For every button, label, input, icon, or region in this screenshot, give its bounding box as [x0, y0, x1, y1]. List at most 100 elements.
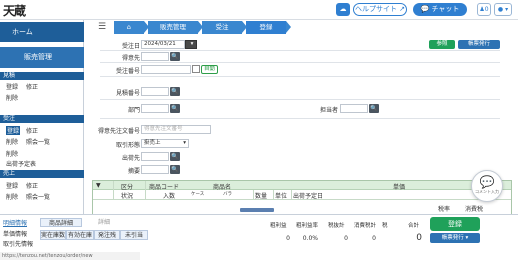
breadcrumb-home[interactable]: ⌂ — [114, 21, 149, 34]
report-issue-button[interactable]: 帳票発行 — [458, 40, 500, 49]
chevron-down-icon: ▾ — [183, 140, 186, 146]
sidebar-sales-delete[interactable]: 削除 — [6, 192, 18, 201]
grand-total-value: 0 — [416, 233, 422, 243]
sidebar-order-delete-2[interactable]: 削除 — [6, 149, 18, 158]
chat-label: チャット — [431, 5, 460, 13]
detail-grid: ▼ 区分 商品コード 商品名 単価 状況 入数 ケース バラ 数量 単位 出荷予… — [92, 180, 512, 217]
voucher-label: 帳票発行 — [441, 235, 464, 241]
grid-col-consumption-tax: 消費税 — [465, 206, 484, 213]
sidebar-order-edit[interactable]: 修正 — [26, 126, 38, 135]
sidebar-home[interactable]: ホーム — [0, 22, 84, 42]
comment-button[interactable]: 💬 コメント入力 — [471, 170, 503, 202]
sidebar-order-delete[interactable]: 削除 — [6, 137, 18, 146]
sidebar-section-estimate: 見積 — [0, 72, 84, 80]
help-site-button[interactable]: ヘルプサイト ↗ — [353, 3, 407, 16]
grid-col-ship-date: 出荷予定日 — [293, 193, 324, 200]
grid-horizontal-scrollbar[interactable] — [240, 208, 274, 212]
partner-info[interactable]: 取引先情報 — [3, 239, 33, 248]
sidebar-order-register[interactable]: 登録 — [6, 126, 21, 135]
total-tax-col-label: 税 — [382, 223, 388, 229]
stock-available: 有効在庫 — [66, 230, 94, 240]
person-label: 担当者 — [319, 107, 338, 114]
sidebar-estimate-register[interactable]: 登録 — [6, 82, 18, 91]
help-site-label: ヘルプサイト — [354, 5, 397, 13]
order-no-auto-toggle[interactable]: 自動 — [201, 65, 219, 74]
grid-col-loose: バラ — [223, 192, 232, 197]
total-tax-label: 消費税計 — [354, 223, 377, 229]
calendar-dropdown-icon[interactable]: ▾ — [185, 40, 197, 49]
sidebar-sales-register[interactable]: 登録 — [6, 181, 18, 190]
top-bar: 天蔵 ☁ ヘルプサイト ↗ 💬 チャット ♟0 ● ▾ — [0, 0, 518, 20]
register-button[interactable]: 登録 — [430, 217, 480, 231]
ship-to-input[interactable] — [141, 152, 169, 161]
customer-search-icon[interactable]: 🔍 — [170, 52, 180, 61]
ship-to-search-icon[interactable]: 🔍 — [170, 152, 180, 161]
home-icon: ⌂ — [126, 23, 132, 31]
stock-actual: 実在庫数 — [40, 230, 66, 240]
total-gross-rate-value: 0.0% — [302, 235, 318, 242]
chat-button[interactable]: 💬 チャット — [413, 3, 467, 16]
sidebar-order-list[interactable]: 照会一覧 — [26, 137, 50, 146]
grid-col-case: ケース — [191, 192, 205, 197]
grid-col-tax-rate: 税率 — [438, 206, 451, 213]
customer-label: 得意先 — [121, 55, 140, 62]
department-search-icon[interactable]: 🔍 — [170, 104, 180, 113]
app-logo[interactable]: 天蔵 — [3, 2, 26, 19]
customer-code-input[interactable] — [141, 52, 169, 61]
sidebar-estimate-edit[interactable]: 修正 — [26, 82, 38, 91]
person-input[interactable] — [340, 104, 368, 113]
sidebar-order-ship-schedule[interactable]: 出荷予定表 — [6, 159, 36, 168]
ship-to-label: 出荷先 — [121, 155, 140, 162]
estimate-search-icon[interactable]: 🔍 — [170, 87, 180, 96]
user-menu-button[interactable]: ● ▾ — [494, 3, 512, 16]
sidebar-sales-management[interactable]: 販売管理 — [0, 47, 84, 68]
sidebar-estimate-delete[interactable]: 削除 — [6, 93, 18, 102]
cloud-icon[interactable]: ☁ — [336, 3, 350, 16]
notification-button[interactable]: ♟0 — [477, 3, 491, 16]
reference-button[interactable]: 参照 — [429, 40, 455, 49]
status-url: https://tenzou.net/tenzou/order/new — [0, 252, 140, 260]
department-label: 部門 — [127, 107, 140, 114]
breadcrumb-order[interactable]: 受注 — [202, 21, 247, 34]
sidebar: ホーム 販売管理 見積 登録 修正 削除 受注 登録 修正 削除 照会一覧 削除… — [0, 20, 84, 214]
sidebar-section-sales: 売上 — [0, 170, 84, 178]
order-date-label: 受注日 — [121, 43, 140, 50]
grid-col-qty-per: 入数 — [163, 193, 176, 200]
order-no-auto-checkbox[interactable] — [192, 65, 200, 73]
total-gross-rate-label: 粗利益率 — [296, 223, 319, 229]
grid-col-quantity: 数量 — [255, 193, 268, 200]
tab-detail[interactable]: 詳細 — [84, 218, 124, 227]
order-date-input[interactable]: 2024/03/21 — [141, 40, 185, 49]
tab-detail-info[interactable]: 明細情報 — [3, 218, 27, 227]
customer-order-no-input[interactable]: 得意先注文番号 — [141, 125, 211, 134]
department-input[interactable] — [141, 104, 169, 113]
order-no-label: 受注番号 — [115, 68, 140, 75]
estimate-no-input[interactable] — [141, 87, 169, 96]
estimate-no-label: 見積番号 — [115, 90, 140, 97]
memo-search-icon[interactable]: 🔍 — [170, 165, 180, 174]
comment-icon: 💬 — [479, 175, 495, 189]
tab-product-detail[interactable]: 商品詳細 — [40, 218, 82, 227]
person-search-icon[interactable]: 🔍 — [369, 104, 379, 113]
order-remaining: 発注残 — [94, 230, 120, 240]
total-tax-value: 0 — [372, 235, 376, 242]
voucher-issue-button[interactable]: 帳票発行 ▾ — [430, 233, 480, 243]
total-gross-profit-value: 0 — [286, 235, 290, 242]
total-gross-profit-label: 粗利益 — [270, 223, 287, 229]
breadcrumb-sales[interactable]: 販売管理 — [148, 21, 203, 34]
order-no-input[interactable] — [141, 65, 191, 74]
grand-total-label: 合計 — [408, 223, 420, 229]
sidebar-sales-edit[interactable]: 修正 — [26, 181, 38, 190]
trade-type-select[interactable]: 掛売上 ▾ — [141, 139, 189, 148]
trade-type-value: 掛売上 — [144, 140, 161, 146]
hamburger-menu-icon[interactable]: ☰ — [98, 22, 106, 32]
customer-order-no-label: 得意先注文番号 — [97, 128, 140, 135]
sidebar-sales-list[interactable]: 照会一覧 — [26, 192, 50, 201]
memo-label: 摘要 — [127, 168, 140, 175]
notification-count: 0 — [484, 6, 489, 13]
unit-price-info[interactable]: 単価情報 — [3, 229, 27, 238]
grid-expand-icon[interactable]: ▼ — [96, 182, 101, 189]
memo-input[interactable] — [141, 165, 169, 174]
breadcrumb-register: 登録 — [246, 21, 291, 34]
grid-header-row2: 状況 入数 ケース バラ 数量 単位 出荷予定日 — [93, 190, 511, 200]
